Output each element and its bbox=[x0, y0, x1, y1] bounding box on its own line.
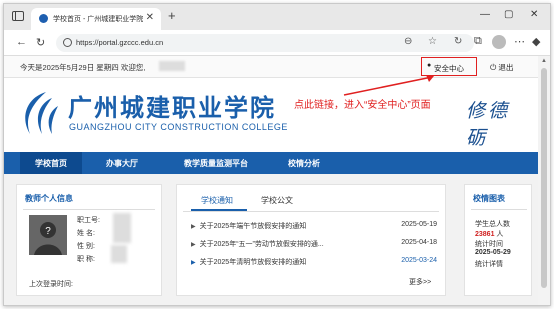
field-title: 职 称: bbox=[77, 256, 95, 263]
logout-link[interactable]: ⏻ 退出 bbox=[490, 62, 513, 73]
user-icon: ● bbox=[427, 62, 432, 69]
bullet-icon: ▶ bbox=[191, 224, 196, 230]
field-gender: 性 别: bbox=[77, 243, 95, 250]
browser-toolbar: ← ↻ https://portal.gzccc.edu.cn ⊖ ☆ ↻ ⧉ … bbox=[4, 30, 550, 56]
stat-date: 2025-05-29 bbox=[475, 249, 511, 256]
school-name-en: GUANGZHOU CITY CONSTRUCTION COLLEGE bbox=[69, 122, 288, 132]
notice-item[interactable]: ▶ 关于2025年“五一”劳动节放假安排的通... 2025-04-18 bbox=[191, 239, 437, 249]
notice-date: 2025-04-18 bbox=[401, 239, 437, 246]
total-students-value: 23861 bbox=[475, 231, 495, 238]
notice-date: 2025-03-24 bbox=[401, 257, 437, 264]
collections-icon[interactable]: ⧉ bbox=[474, 35, 482, 48]
user-name-redacted bbox=[159, 61, 185, 71]
tab-actions-icon[interactable] bbox=[12, 11, 24, 21]
last-login-label: 上次登录时间: bbox=[29, 281, 73, 288]
annotation-text: 点此链接，进入“安全中心”页面 bbox=[294, 100, 431, 111]
content-area: 教师个人信息 ? 职工号: 姓 名: 性 别: 职 称: 上次登录时间: 学校通 bbox=[4, 174, 540, 305]
notice-item[interactable]: ▶ 关于2025年端午节放假安排的通知 2025-05-19 bbox=[191, 221, 437, 231]
redacted-info bbox=[113, 213, 131, 243]
new-tab-button[interactable]: + bbox=[168, 8, 176, 23]
divider bbox=[183, 211, 439, 212]
stat-detail-link[interactable]: 统计详情 bbox=[475, 259, 503, 269]
address-url[interactable]: https://portal.gzccc.edu.cn bbox=[76, 38, 163, 47]
power-icon: ⏻ bbox=[490, 63, 497, 72]
field-staff-id: 职工号: bbox=[77, 217, 100, 224]
notice-item[interactable]: ▶ 关于2025年清明节放假安排的通知 2025-03-24 bbox=[191, 257, 437, 267]
svg-text:?: ? bbox=[45, 226, 51, 237]
browser-tab[interactable]: 学校首页 - 广州城建职业学院 ✕ bbox=[31, 8, 161, 30]
nav-analysis[interactable]: 校情分析 bbox=[278, 152, 330, 174]
notice-date: 2025-05-19 bbox=[401, 221, 437, 228]
profile-avatar-icon[interactable] bbox=[492, 35, 506, 49]
notice-title: 关于2025年清明节放假安排的通知 bbox=[199, 259, 307, 266]
tab-school-notice[interactable]: 学校通知 bbox=[201, 195, 233, 206]
stats-card-title: 校情图表 bbox=[473, 194, 505, 203]
safety-center-link[interactable]: ● 安全中心 bbox=[421, 57, 477, 76]
main-nav: 学校首页 办事大厅 教学质量监测平台 校情分析 bbox=[4, 152, 540, 174]
notice-title: 关于2025年端午节放假安排的通知 bbox=[199, 223, 307, 230]
school-logo-icon bbox=[25, 92, 58, 134]
refresh-page-icon[interactable]: ↻ bbox=[454, 36, 462, 47]
divider bbox=[23, 209, 155, 210]
scroll-up-icon[interactable]: ▲ bbox=[541, 58, 547, 64]
browser-window: 学校首页 - 广州城建职业学院 ✕ + — ▢ ✕ ← ↻ https://po… bbox=[3, 3, 551, 306]
tab-strip: 学校首页 - 广州城建职业学院 ✕ + — ▢ ✕ bbox=[4, 4, 550, 30]
refresh-icon[interactable]: ↻ bbox=[36, 36, 45, 49]
teacher-info-card: 教师个人信息 ? 职工号: 姓 名: 性 别: 职 称: 上次登录时间: bbox=[16, 184, 162, 296]
date-greeting: 今天是2025年5月29日 星期四 欢迎您, bbox=[20, 63, 146, 72]
stats-card: 校情图表 学生总人数 23861 人 统计时间 2025-05-29 统计详情 bbox=[464, 184, 532, 296]
field-name: 姓 名: bbox=[77, 230, 95, 237]
tab-school-documents[interactable]: 学校公文 bbox=[261, 195, 293, 206]
web-page: 今天是2025年5月29日 星期四 欢迎您, ● 安全中心 ⏻ 退出 广州城建职业… bbox=[4, 56, 540, 305]
notice-title: 关于2025年“五一”劳动节放假安排的通... bbox=[199, 241, 324, 248]
logout-label: 退出 bbox=[498, 63, 514, 72]
favorite-star-icon[interactable]: ☆ bbox=[428, 36, 437, 47]
notice-card: 学校通知 学校公文 ▶ 关于2025年端午节放假安排的通知 2025-05-19 … bbox=[176, 184, 446, 296]
safety-center-label: 安全中心 bbox=[434, 64, 464, 73]
tab-close-icon[interactable]: ✕ bbox=[146, 12, 154, 23]
top-info-bar: 今天是2025年5月29日 星期四 欢迎您, ● 安全中心 ⏻ 退出 bbox=[4, 56, 540, 78]
site-info-icon[interactable] bbox=[63, 38, 72, 47]
total-students-unit: 人 bbox=[496, 231, 504, 238]
reader-icon[interactable]: ⊖ bbox=[404, 36, 412, 47]
tab-title: 学校首页 - 广州城建职业学院 bbox=[53, 16, 143, 23]
school-motto: 修德 砺 bbox=[466, 100, 511, 149]
bullet-icon: ▶ bbox=[191, 242, 196, 248]
scroll-thumb[interactable] bbox=[541, 68, 547, 288]
total-students-row: 23861 人 bbox=[475, 229, 503, 239]
nav-service-hall[interactable]: 办事大厅 bbox=[92, 152, 152, 174]
more-link[interactable]: 更多>> bbox=[409, 277, 431, 287]
edge-copilot-icon[interactable]: ◆ bbox=[532, 35, 540, 48]
maximize-button[interactable]: ▢ bbox=[504, 9, 513, 20]
address-bar[interactable]: https://portal.gzccc.edu.cn ⊖ ☆ ↻ bbox=[56, 34, 474, 52]
window-close-button[interactable]: ✕ bbox=[530, 9, 538, 20]
site-favicon-icon bbox=[39, 14, 48, 23]
redacted-info bbox=[111, 245, 127, 263]
page-scrollbar[interactable]: ▲ bbox=[538, 56, 550, 305]
stat-time-label: 统计时间 bbox=[475, 241, 503, 248]
back-icon[interactable]: ← bbox=[16, 36, 27, 48]
nav-home[interactable]: 学校首页 bbox=[20, 152, 82, 174]
school-banner: 广州城建职业学院 GUANGZHOU CITY CONSTRUCTION COL… bbox=[4, 75, 540, 149]
bullet-icon: ▶ bbox=[191, 260, 196, 266]
avatar-placeholder-icon: ? bbox=[29, 215, 67, 255]
school-name-cn: 广州城建职业学院 bbox=[68, 93, 276, 122]
more-menu-icon[interactable]: ⋯ bbox=[514, 35, 525, 48]
teacher-card-title: 教师个人信息 bbox=[25, 194, 73, 203]
nav-quality-platform[interactable]: 教学质量监测平台 bbox=[172, 152, 260, 174]
divider bbox=[471, 209, 527, 210]
minimize-button[interactable]: — bbox=[480, 9, 490, 20]
total-students-label: 学生总人数 bbox=[475, 221, 510, 228]
